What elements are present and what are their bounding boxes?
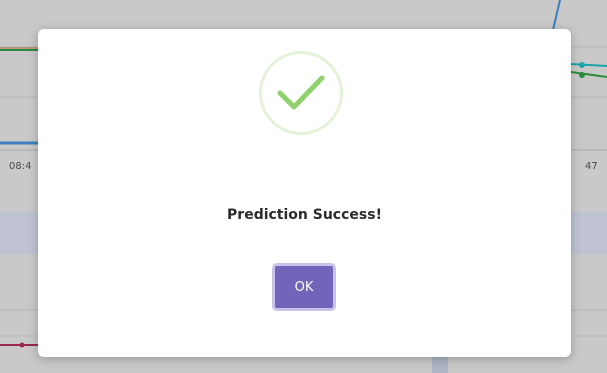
x-tick-label-right: 47 bbox=[585, 161, 598, 172]
series-line-green bbox=[570, 71, 607, 78]
dialog-message: Prediction Success! bbox=[227, 207, 382, 223]
ok-button[interactable]: OK bbox=[272, 263, 336, 311]
bottom-bar bbox=[432, 357, 448, 373]
checkmark-success-icon bbox=[277, 75, 325, 110]
success-dialog: Prediction Success! OK bbox=[38, 29, 571, 357]
series-point-magenta bbox=[19, 342, 25, 348]
series-point-green bbox=[579, 72, 585, 78]
series-line-teal bbox=[570, 63, 607, 67]
app-background: 08:4 47 Prediction Success! OK bbox=[0, 0, 607, 373]
success-icon-ring bbox=[259, 51, 343, 135]
series-point-teal bbox=[579, 62, 585, 68]
series-line-blue bbox=[552, 0, 561, 31]
x-tick-label-left: 08:4 bbox=[9, 161, 32, 172]
